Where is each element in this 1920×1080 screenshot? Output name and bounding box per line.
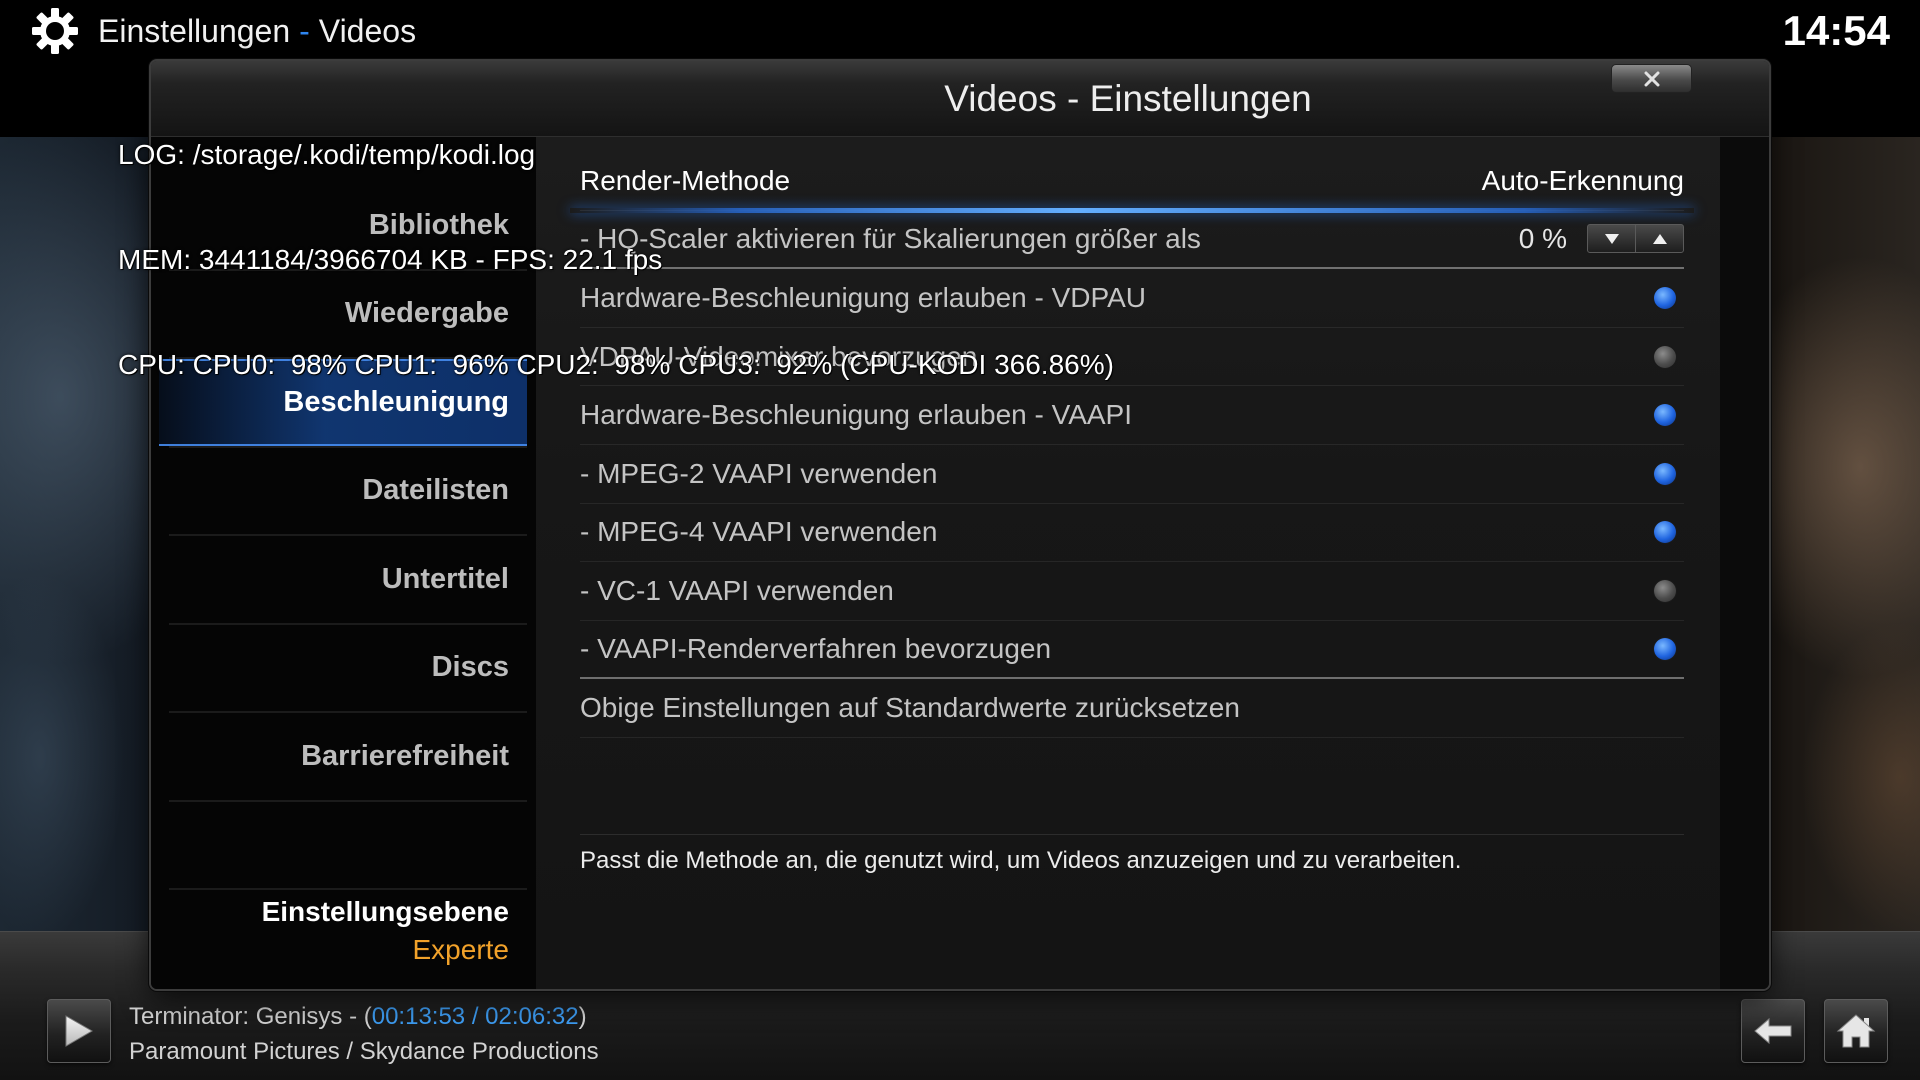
spin-down-button[interactable] xyxy=(1588,225,1635,252)
spinner-control xyxy=(1587,224,1684,254)
toggle-indicator[interactable] xyxy=(1654,345,1676,368)
setting-vaapi-render[interactable]: - VAAPI-Renderverfahren bevorzugen xyxy=(580,621,1684,680)
sidebar-item-barrierefreiheit[interactable]: Barrierefreiheit xyxy=(169,713,527,802)
sidebar-item-discs[interactable]: Discs xyxy=(169,625,527,713)
setting-label: - VC-1 VAAPI verwenden xyxy=(580,574,894,606)
arrow-up-icon xyxy=(1652,233,1667,244)
dialog-right-edge xyxy=(1720,137,1769,989)
sidebar-item-label: Discs xyxy=(431,651,509,684)
setting-label: Obige Einstellungen auf Standardwerte zu… xyxy=(580,692,1240,724)
spin-up-button[interactable] xyxy=(1635,225,1683,253)
debug-cpu-line: CPU: CPU0: 98% CPU1: 96% CPU2: 98% CPU3:… xyxy=(118,349,1114,380)
toggle-indicator[interactable] xyxy=(1654,286,1676,309)
toggle-indicator[interactable] xyxy=(1654,579,1676,602)
toggle-indicator[interactable] xyxy=(1654,638,1676,661)
toggle-indicator[interactable] xyxy=(1654,404,1676,427)
setting-reset-defaults[interactable]: Obige Einstellungen auf Standardwerte zu… xyxy=(580,679,1684,738)
now-playing-title: Terminator: Genisys xyxy=(129,1003,343,1030)
play-button[interactable] xyxy=(47,999,111,1063)
now-playing-studio: Paramount Pictures / Skydance Production… xyxy=(129,1038,599,1065)
sidebar-item-label: Untertitel xyxy=(381,562,509,595)
settings-level-value: Experte xyxy=(412,934,510,965)
debug-log-line: LOG: /storage/.kodi/temp/kodi.log xyxy=(118,139,536,170)
sidebar-item-label: Dateilisten xyxy=(362,474,509,507)
settings-level-label: Einstellungsebene xyxy=(261,896,509,927)
toggle-indicator[interactable] xyxy=(1654,462,1676,485)
setting-label: - MPEG-4 VAAPI verwenden xyxy=(580,516,938,548)
time-close: ) xyxy=(578,1003,587,1030)
setting-value: 0 % xyxy=(1518,222,1567,254)
setting-description: Passt die Methode an, die genutzt wird, … xyxy=(580,847,1462,874)
home-icon xyxy=(1836,1013,1876,1049)
close-button[interactable] xyxy=(1611,64,1692,93)
title-subsection: Videos xyxy=(318,13,417,49)
debug-overlay: LOG: /storage/.kodi/temp/kodi.log MEM: 3… xyxy=(118,67,1114,417)
title-section: Einstellungen xyxy=(98,13,291,49)
debug-mem-line: MEM: 3441184/3966704 KB - FPS: 22.1 fps xyxy=(118,244,663,275)
back-arrow-icon xyxy=(1753,1016,1793,1046)
playback-time: 00:13:53 / 02:06:32 xyxy=(371,1003,579,1030)
setting-label: - VAAPI-Renderverfahren bevorzugen xyxy=(580,633,1052,665)
settings-level-button[interactable]: Einstellungsebene Experte xyxy=(262,893,509,969)
page-title: Einstellungen - Videos xyxy=(98,11,416,51)
now-playing-line-1: Terminator: Genisys - (00:13:53 / 02:06:… xyxy=(129,999,599,1034)
play-icon xyxy=(64,1014,94,1048)
setting-mpeg4-vaapi[interactable]: - MPEG-4 VAAPI verwenden xyxy=(580,504,1684,563)
gear-icon xyxy=(31,7,79,55)
time-open: - ( xyxy=(342,1003,372,1030)
setting-mpeg2-vaapi[interactable]: - MPEG-2 VAAPI verwenden xyxy=(580,445,1684,504)
setting-value: Auto-Erkennung xyxy=(1481,164,1684,196)
close-icon xyxy=(1644,71,1660,87)
arrow-down-icon xyxy=(1604,233,1619,244)
divider xyxy=(580,834,1684,835)
title-separator: - xyxy=(299,13,310,49)
back-button[interactable] xyxy=(1741,999,1805,1063)
home-button[interactable] xyxy=(1824,999,1888,1063)
setting-vc1-vaapi[interactable]: - VC-1 VAAPI verwenden xyxy=(580,562,1684,621)
sidebar-item-dateilisten[interactable]: Dateilisten xyxy=(169,448,527,536)
toggle-indicator[interactable] xyxy=(1654,521,1676,544)
clock: 14:54 xyxy=(1782,7,1890,54)
sidebar-item-label: Barrierefreiheit xyxy=(301,739,509,772)
divider xyxy=(169,888,527,890)
now-playing-info: Terminator: Genisys - (00:13:53 / 02:06:… xyxy=(129,999,599,1069)
sidebar-item-untertitel[interactable]: Untertitel xyxy=(169,536,527,625)
setting-label: - MPEG-2 VAAPI verwenden xyxy=(580,457,938,489)
